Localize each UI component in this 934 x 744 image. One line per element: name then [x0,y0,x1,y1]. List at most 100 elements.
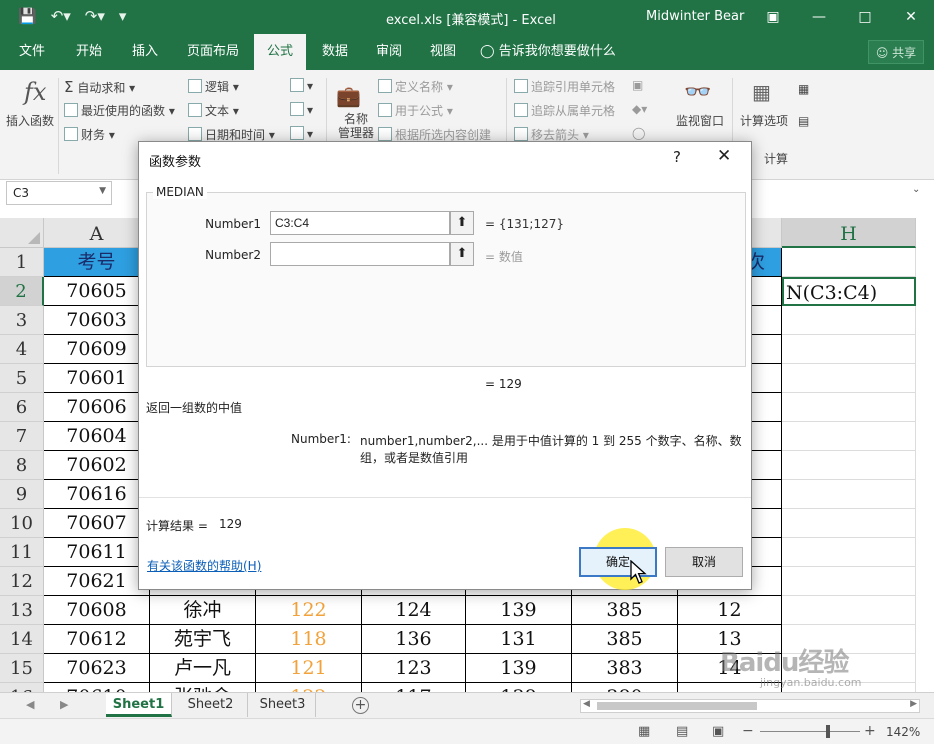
tab-insert[interactable]: 插入 [118,34,172,70]
zoom-in-icon[interactable]: + [864,723,876,739]
cell-D13[interactable]: 124 [362,596,466,625]
minimize-icon[interactable]: — [796,0,842,34]
cell-A8[interactable]: 70602 [44,451,150,480]
cell-H4[interactable] [782,335,916,364]
more-functions-button[interactable]: ▾ [290,126,313,141]
tab-review[interactable]: 审阅 [362,34,416,70]
sheet-tab-sheet3[interactable]: Sheet3 [250,693,316,717]
cell-A2[interactable]: 70605 [44,277,150,306]
name-manager-icon[interactable]: 💼 [336,84,361,108]
calc-options-button[interactable]: 计算选项 [740,112,788,129]
redo-icon[interactable]: ↷▾ [85,7,105,25]
tab-home[interactable]: 开始 [62,34,116,70]
cell-H6[interactable] [782,393,916,422]
row-header[interactable]: 12 [0,567,44,596]
page-break-view-icon[interactable]: ▣ [712,724,724,739]
row-header[interactable]: 1 [0,248,44,277]
recent-functions-button[interactable]: 最近使用的函数 ▾ [64,102,175,119]
function-help-link[interactable]: 有关该函数的帮助(H) [147,557,261,574]
sheet-tab-sheet2[interactable]: Sheet2 [174,693,248,717]
row-header[interactable]: 11 [0,538,44,567]
row-header[interactable]: 5 [0,364,44,393]
cell-A7[interactable]: 70604 [44,422,150,451]
page-layout-view-icon[interactable]: ▤ [676,724,688,739]
cell-C14[interactable]: 118 [256,625,362,654]
ribbon-display-icon[interactable]: ▣ [750,0,796,34]
cell-H5[interactable] [782,364,916,393]
collapse-dialog-icon[interactable]: ⬆ [450,211,474,235]
tab-data[interactable]: 数据 [308,34,362,70]
zoom-out-icon[interactable]: − [742,723,754,739]
cell-E13[interactable]: 139 [466,596,572,625]
save-icon[interactable]: 💾 [18,7,37,25]
add-sheet-icon[interactable]: + [352,697,369,714]
cell-A13[interactable]: 70608 [44,596,150,625]
horizontal-scrollbar[interactable]: ◀ ▶ [580,699,920,713]
evaluate-formula-icon[interactable]: ◯ [632,126,645,140]
cell-H8[interactable] [782,451,916,480]
prev-sheet-icon[interactable]: ◀ [26,698,34,711]
cell-A16[interactable]: 70610 [44,683,150,692]
cell-C15[interactable]: 121 [256,654,362,683]
cell-G13[interactable]: 12 [678,596,782,625]
cell-D16[interactable]: 117 [362,683,466,692]
cell-E16[interactable]: 138 [466,683,572,692]
cell-B13[interactable]: 徐冲 [150,596,256,625]
number1-input[interactable] [270,211,450,235]
restore-icon[interactable]: □ [842,0,888,34]
use-in-formula-button[interactable]: 用于公式 ▾ [378,102,453,119]
cell-H10[interactable] [782,509,916,538]
row-header[interactable]: 9 [0,480,44,509]
close-icon[interactable]: ✕ [717,146,731,166]
scroll-left-icon[interactable]: ◀ [583,699,590,709]
column-header-h[interactable]: H [782,218,916,248]
row-header[interactable]: 2 [0,277,44,306]
name-manager-button[interactable]: 名称 管理器 [338,112,374,140]
row-header[interactable]: 7 [0,422,44,451]
cell-H11[interactable] [782,538,916,567]
tab-formulas[interactable]: 公式 [254,34,306,70]
watch-window-icon[interactable]: 👓 [684,80,711,105]
cell-A9[interactable]: 70616 [44,480,150,509]
cell-B14[interactable]: 苑宇飞 [150,625,256,654]
row-header[interactable]: 16 [0,683,44,692]
calc-now-icon[interactable]: ▦ [798,82,809,96]
collapse-dialog-icon[interactable]: ⬆ [450,242,474,266]
cell-A10[interactable]: 70607 [44,509,150,538]
cell-A6[interactable]: 70606 [44,393,150,422]
scroll-thumb[interactable] [597,702,757,710]
watch-window-button[interactable]: 监视窗口 [676,112,724,129]
cell-A3[interactable]: 70603 [44,306,150,335]
row-header[interactable]: 10 [0,509,44,538]
normal-view-icon[interactable]: ▦ [638,724,650,739]
tab-file[interactable]: 文件 [6,34,58,70]
cell-C16[interactable]: 122 [256,683,362,692]
cancel-button[interactable]: 取消 [665,547,743,577]
cell-A4[interactable]: 70609 [44,335,150,364]
row-header[interactable]: 15 [0,654,44,683]
tell-me-box[interactable]: ◯ 告诉我你想要做什么 [480,34,630,70]
row-header[interactable]: 3 [0,306,44,335]
cell-F15[interactable]: 383 [572,654,678,683]
row-header[interactable]: 6 [0,393,44,422]
row-header[interactable]: 14 [0,625,44,654]
help-icon[interactable]: ? [673,148,681,166]
show-formulas-icon[interactable]: ▣ [632,78,643,92]
cell-A11[interactable]: 70611 [44,538,150,567]
row-header[interactable]: 8 [0,451,44,480]
logical-button[interactable]: 逻辑 ▾ [188,78,239,95]
tab-view[interactable]: 视图 [416,34,470,70]
customize-icon[interactable]: ▾ [119,7,127,25]
trace-dependents-button[interactable]: 追踪从属单元格 [514,102,615,119]
define-name-button[interactable]: 定义名称 ▾ [378,78,453,95]
cell-F14[interactable]: 385 [572,625,678,654]
row-header[interactable]: 13 [0,596,44,625]
cell-H7[interactable] [782,422,916,451]
next-sheet-icon[interactable]: ▶ [60,698,68,711]
zoom-slider-handle[interactable] [826,725,830,738]
cell-H1[interactable] [782,248,916,277]
cell-A12[interactable]: 70621 [44,567,150,596]
cell-C13[interactable]: 122 [256,596,362,625]
cell-E14[interactable]: 131 [466,625,572,654]
trace-precedents-button[interactable]: 追踪引用单元格 [514,78,615,95]
